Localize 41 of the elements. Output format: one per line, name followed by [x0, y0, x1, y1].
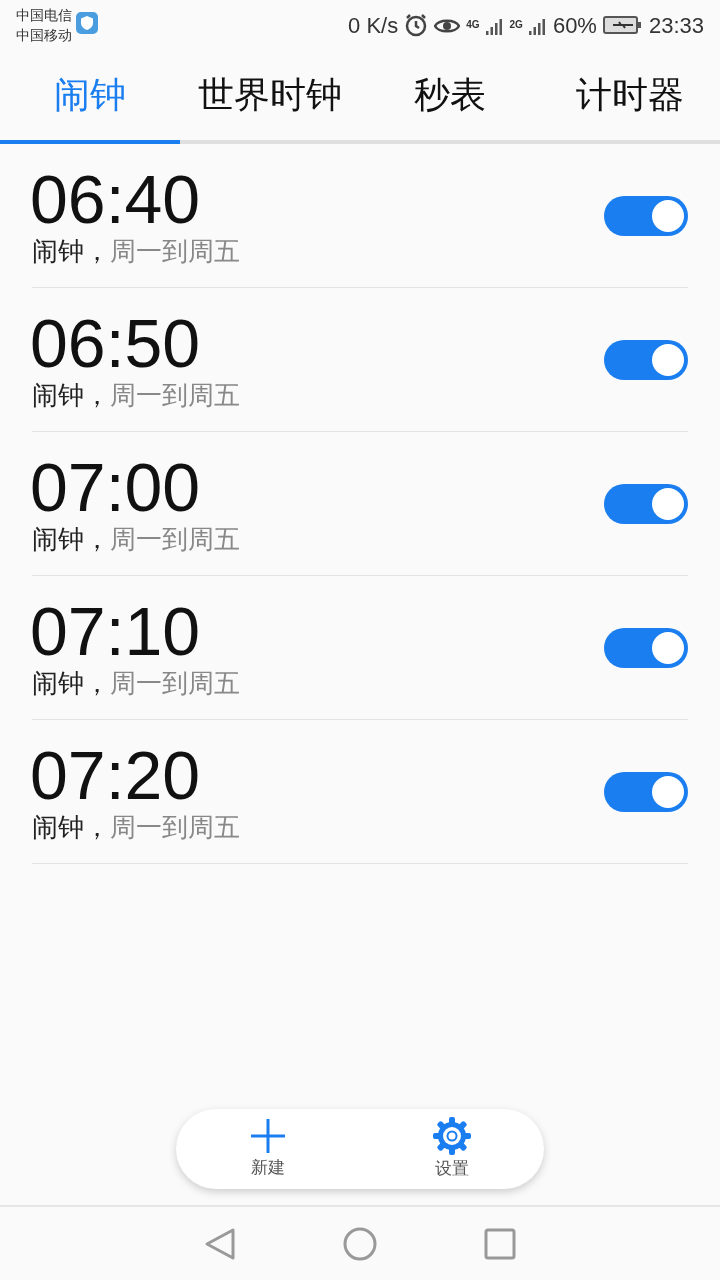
- action-button[interactable]: 设置: [360, 1109, 544, 1189]
- shield-icon: [76, 12, 98, 34]
- tab[interactable]: 秒表: [360, 50, 540, 144]
- carrier-name: 中国电信: [16, 6, 72, 25]
- settings-icon: [432, 1116, 472, 1157]
- battery-charging-icon: [602, 15, 643, 35]
- network-type: 4G: [466, 17, 480, 32]
- carrier-name: 中国移动: [16, 26, 72, 45]
- alarm-repeat: 周一到周五: [110, 234, 240, 268]
- alarm-clock-icon: [404, 13, 429, 37]
- alarm-label: 闹钟，: [32, 234, 110, 268]
- alarm-time: 06:50: [30, 307, 202, 378]
- alarm-time: 07:20: [30, 739, 202, 810]
- network-type: 2G: [509, 17, 523, 32]
- plus-icon: [249, 1117, 287, 1156]
- alarm-repeat: 周一到周五: [110, 522, 240, 556]
- alarm-repeat: 周一到周五: [110, 810, 240, 844]
- toggle-switch[interactable]: [604, 195, 688, 236]
- network-speed: 0 K/s: [348, 11, 399, 40]
- alarm-repeat: 周一到周五: [110, 378, 240, 412]
- clock-time: 23:33: [648, 11, 704, 40]
- alarm-time: 06:40: [30, 163, 202, 234]
- tab[interactable]: 闹钟: [0, 50, 180, 144]
- tab[interactable]: 世界时钟: [180, 50, 360, 144]
- home-icon[interactable]: [343, 1226, 377, 1261]
- alarm-label: 闹钟，: [32, 378, 110, 412]
- recents-icon[interactable]: [484, 1227, 517, 1260]
- action-button[interactable]: 新建: [176, 1109, 360, 1189]
- toggle-switch[interactable]: [604, 339, 688, 380]
- alarm-label: 闹钟，: [32, 666, 110, 700]
- toggle-switch[interactable]: [604, 483, 688, 524]
- alarm-repeat: 周一到周五: [110, 666, 240, 700]
- toggle-switch[interactable]: [604, 771, 688, 812]
- battery-percent: 60%: [552, 11, 597, 40]
- tab[interactable]: 计时器: [540, 50, 720, 144]
- alarm-time: 07:10: [30, 595, 202, 666]
- toggle-switch[interactable]: [604, 627, 688, 668]
- alarm-label: 闹钟，: [32, 810, 110, 844]
- back-icon[interactable]: [203, 1226, 236, 1261]
- alarm-label: 闹钟，: [32, 522, 110, 556]
- alarm-time: 07:00: [30, 451, 202, 522]
